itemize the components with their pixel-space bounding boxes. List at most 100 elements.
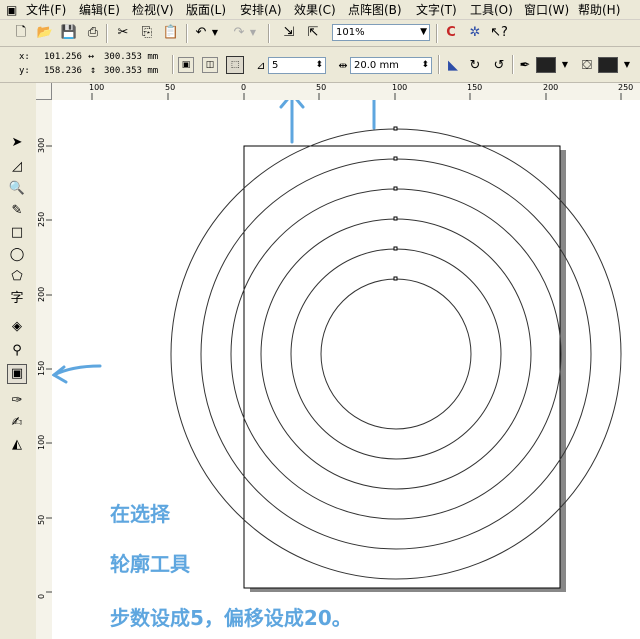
toolbar-separator (172, 55, 174, 74)
pen-tool-icon[interactable]: ✍ (7, 413, 27, 433)
shape-tool-icon[interactable]: ◿ (7, 157, 27, 177)
save-icon[interactable]: 💾 (60, 24, 78, 42)
toolbar-separator (268, 24, 270, 43)
menu-text[interactable]: 文字(T) (416, 2, 457, 18)
copy-icon[interactable]: ⎘ (138, 24, 156, 42)
zoom-tool-icon[interactable]: 🔍 (7, 179, 27, 199)
vertical-ruler[interactable]: 300 250 200 150 100 50 0 (36, 100, 53, 639)
contour-steps-spinner[interactable]: 5 ⬍ (268, 57, 326, 74)
x-position-field[interactable]: 101.256 (44, 52, 82, 62)
y-position-field[interactable]: 158.236 (44, 66, 82, 76)
chevron-down-icon[interactable]: ▼ (618, 56, 636, 74)
annotation-arrow-up (279, 100, 305, 144)
menu-window[interactable]: 窗口(W) (524, 2, 569, 18)
menu-tools[interactable]: 工具(O) (470, 2, 513, 18)
annotation-line-3: 步数设成5，偏移设成20。 (110, 606, 352, 630)
node-handle (393, 246, 398, 251)
node-handle (393, 126, 398, 131)
menu-arrange[interactable]: 安排(A) (240, 2, 282, 18)
spinner-arrows-icon[interactable]: ⬍ (421, 58, 429, 73)
ruler-tick-label: 50 (165, 83, 176, 92)
chevron-down-icon[interactable]: ▼ (556, 56, 574, 74)
zoom-level-dropdown[interactable]: 101% ▼ (332, 24, 430, 41)
menu-edit[interactable]: 编辑(E) (79, 2, 120, 18)
app-menu-icon[interactable]: ▣ (6, 2, 17, 18)
menu-layout[interactable]: 版面(L) (186, 2, 226, 18)
outline-pen-icon: ✒ (519, 58, 531, 73)
menu-effects[interactable]: 效果(C) (294, 2, 336, 18)
ruler-tick-label: 100 (89, 83, 105, 92)
y-label: y: (19, 66, 30, 76)
fill-color-swatch[interactable] (598, 57, 618, 73)
height-field[interactable]: 300.353 mm (104, 66, 158, 76)
outline-tool-icon[interactable]: ✑ (7, 391, 27, 411)
eyedropper-tool-icon[interactable]: ⚲ (7, 341, 27, 361)
menu-bitmaps[interactable]: 点阵图(B) (348, 2, 402, 18)
annotation-line-2: 轮廓工具 (110, 552, 190, 576)
node-handle (393, 276, 398, 281)
paste-icon[interactable]: 📋 (162, 24, 180, 42)
width-arrow-icon: ↔ (88, 51, 95, 62)
toolbar-separator (512, 55, 514, 74)
export-icon[interactable]: ⇱ (304, 24, 322, 42)
ellipse-tool-icon[interactable]: ◯ (7, 245, 27, 265)
ruler-tick-label: 100 (392, 83, 408, 92)
toolbar-separator (436, 24, 438, 43)
outline-color-swatch[interactable] (536, 57, 556, 73)
node-handle (393, 186, 398, 191)
polygon-tool-icon[interactable]: ⬠ (7, 267, 27, 287)
standard-toolbar: 🗋 📂 💾 ⎙ ✂ ⎘ 📋 ↶ ▼ ↷ ▼ ⇲ ⇱ 101% ▼ C ✲ ↖? (0, 20, 640, 47)
counterclockwise-color-blend-icon[interactable]: ↺ (490, 57, 508, 75)
ruler-tick-label: 100 (37, 434, 46, 450)
x-label: x: (19, 52, 30, 62)
cut-icon[interactable]: ✂ (114, 24, 132, 42)
print-icon[interactable]: ⎙ (84, 24, 102, 42)
width-field[interactable]: 300.353 mm (104, 52, 158, 62)
interactive-fill-tool-icon[interactable]: ◈ (7, 317, 27, 337)
corel-online-icon[interactable]: ✲ (466, 24, 484, 42)
text-tool-icon[interactable]: 字 (7, 289, 27, 309)
property-bar: x: 101.256 y: 158.236 ↔ 300.353 mm ↕ 300… (0, 47, 640, 83)
toolbox: ➤ ◿ 🔍 ✎ □ ◯ ⬠ 字 ◈ ⚲ ▣ ✑ ✍ ◭ (0, 83, 37, 639)
freehand-tool-icon[interactable]: ✎ (7, 201, 27, 221)
undo-dropdown-icon[interactable]: ▼ (206, 24, 224, 42)
ruler-tick-label: 50 (316, 83, 327, 92)
ruler-origin[interactable] (36, 83, 52, 100)
clockwise-color-blend-icon[interactable]: ↻ (466, 57, 484, 75)
ruler-tick-label: 250 (37, 211, 46, 227)
contour-tool-icon[interactable]: ▣ (7, 364, 27, 384)
contour-outside-icon[interactable]: ⬚ (226, 56, 244, 74)
contour-steps-value: 5 (272, 60, 279, 71)
node-handle (393, 156, 398, 161)
toolbar-separator (186, 24, 188, 43)
zoom-level-value: 101% (336, 27, 365, 38)
height-arrow-icon: ↕ (90, 65, 97, 76)
rectangle-tool-icon[interactable]: □ (7, 223, 27, 243)
menu-help[interactable]: 帮助(H) (578, 2, 620, 18)
contour-offset-spinner[interactable]: 20.0 mm ⬍ (350, 57, 432, 74)
fill-tool-icon[interactable]: ◭ (7, 435, 27, 455)
ruler-tick-label: 300 (37, 137, 46, 153)
import-icon[interactable]: ⇲ (280, 24, 298, 42)
corel-launcher-icon[interactable]: C (442, 24, 460, 42)
menu-view[interactable]: 检视(V) (132, 2, 174, 18)
redo-dropdown-icon[interactable]: ▼ (244, 24, 262, 42)
linear-color-blend-icon[interactable]: ◣ (444, 57, 462, 75)
drawing-canvas[interactable]: 在选择 轮廓工具 步数设成5，偏移设成20。 (52, 100, 640, 639)
ruler-tick-label: 150 (467, 83, 483, 92)
menu-file[interactable]: 文件(F) (26, 2, 66, 18)
horizontal-ruler[interactable]: 100 50 0 50 100 150 200 250 (52, 83, 640, 101)
whats-this-help-icon[interactable]: ↖? (490, 24, 508, 42)
ruler-tick-label: 0 (37, 593, 46, 599)
contour-inside-icon[interactable]: ◫ (202, 57, 218, 73)
fill-bucket-icon: ⛋ (582, 58, 592, 73)
pick-tool-icon[interactable]: ➤ (7, 133, 27, 153)
open-folder-icon[interactable]: 📂 (36, 24, 54, 42)
ruler-tick-label: 150 (37, 360, 46, 376)
chevron-down-icon: ▼ (420, 27, 427, 37)
ruler-tick-label: 200 (37, 286, 46, 302)
spinner-arrows-icon[interactable]: ⬍ (315, 58, 323, 73)
new-document-icon[interactable]: 🗋 (12, 24, 30, 42)
contour-to-center-icon[interactable]: ▣ (178, 57, 194, 73)
toolbar-separator (438, 55, 440, 74)
